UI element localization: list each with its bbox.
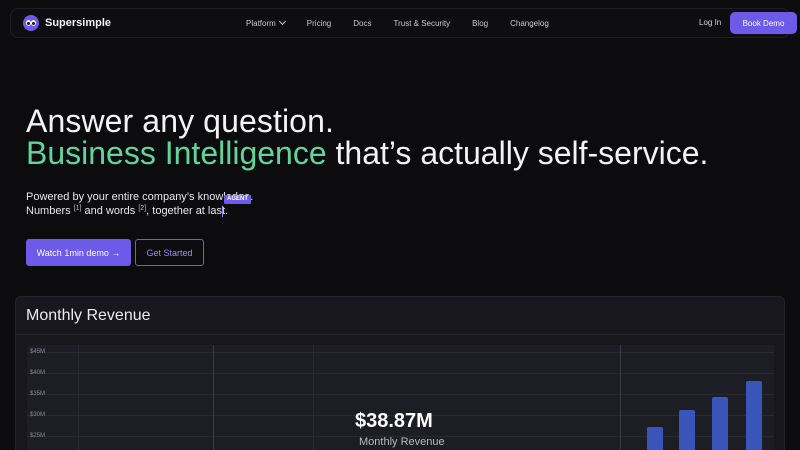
menu-item-docs[interactable]: Docs bbox=[353, 19, 371, 28]
y-tick: $35M bbox=[30, 391, 46, 397]
footnote-ref-2[interactable]: [2] bbox=[138, 205, 146, 212]
main-menu: Platform Pricing Docs Trust & Security B… bbox=[246, 9, 571, 37]
y-tick: $30M bbox=[30, 412, 46, 418]
revenue-bar bbox=[712, 397, 728, 450]
grid-column bbox=[313, 345, 314, 450]
y-tick: $40M bbox=[30, 370, 46, 376]
book-demo-button[interactable]: Book Demo bbox=[730, 12, 797, 34]
brand-name: Supersimple bbox=[45, 17, 112, 29]
top-nav: Supersimple Platform Pricing Docs Trust … bbox=[10, 8, 797, 38]
card-divider bbox=[15, 334, 785, 335]
brand-logo[interactable]: Supersimple bbox=[23, 15, 111, 31]
hero-subtitle-line1: Powered by your entire company’s knowled… bbox=[26, 191, 254, 203]
menu-label: Platform bbox=[246, 18, 276, 28]
watch-demo-button[interactable]: Watch 1min demo → bbox=[26, 239, 131, 266]
login-link[interactable]: Log In bbox=[699, 18, 721, 27]
text-cursor bbox=[222, 206, 223, 217]
menu-item-platform[interactable]: Platform bbox=[246, 17, 286, 28]
words-text: and words bbox=[81, 205, 136, 217]
gridline bbox=[27, 373, 774, 374]
revenue-value: $38.87M bbox=[355, 410, 433, 432]
y-tick: $25M bbox=[30, 433, 46, 439]
y-tick: $45M bbox=[30, 349, 46, 355]
menu-item-trust-security[interactable]: Trust & Security bbox=[393, 19, 450, 28]
hero-headline-rest: that’s actually self-service. bbox=[326, 135, 709, 171]
menu-item-pricing[interactable]: Pricing bbox=[307, 19, 331, 28]
menu-item-changelog[interactable]: Changelog bbox=[510, 19, 549, 28]
hero-accent-text: Business Intelligence bbox=[26, 135, 327, 171]
agent-badge: AGENT bbox=[224, 195, 251, 204]
grid-column bbox=[213, 345, 214, 450]
revenue-label: Monthly Revenue bbox=[359, 436, 445, 448]
gridline bbox=[27, 394, 774, 395]
grid-column bbox=[620, 345, 621, 450]
logo-icon bbox=[23, 15, 39, 31]
revenue-bar bbox=[746, 381, 762, 450]
together-text: , together at last. bbox=[146, 205, 229, 217]
gridline bbox=[27, 352, 774, 353]
hero-subtitle-line2: Numbers [1] and words [2], together at l… bbox=[26, 205, 228, 217]
card-title: Monthly Revenue bbox=[26, 307, 151, 324]
hero-headline-line1: Answer any question. bbox=[26, 103, 334, 139]
hero-headline-line2: Business Intelligence that’s actually se… bbox=[26, 136, 708, 170]
revenue-bar bbox=[647, 427, 663, 450]
revenue-bar bbox=[679, 410, 695, 450]
get-started-button[interactable]: Get Started bbox=[135, 239, 204, 266]
numbers-text: Numbers bbox=[26, 205, 71, 217]
chevron-down-icon bbox=[278, 17, 286, 26]
grid-column bbox=[78, 345, 79, 450]
menu-item-blog[interactable]: Blog bbox=[472, 19, 488, 28]
